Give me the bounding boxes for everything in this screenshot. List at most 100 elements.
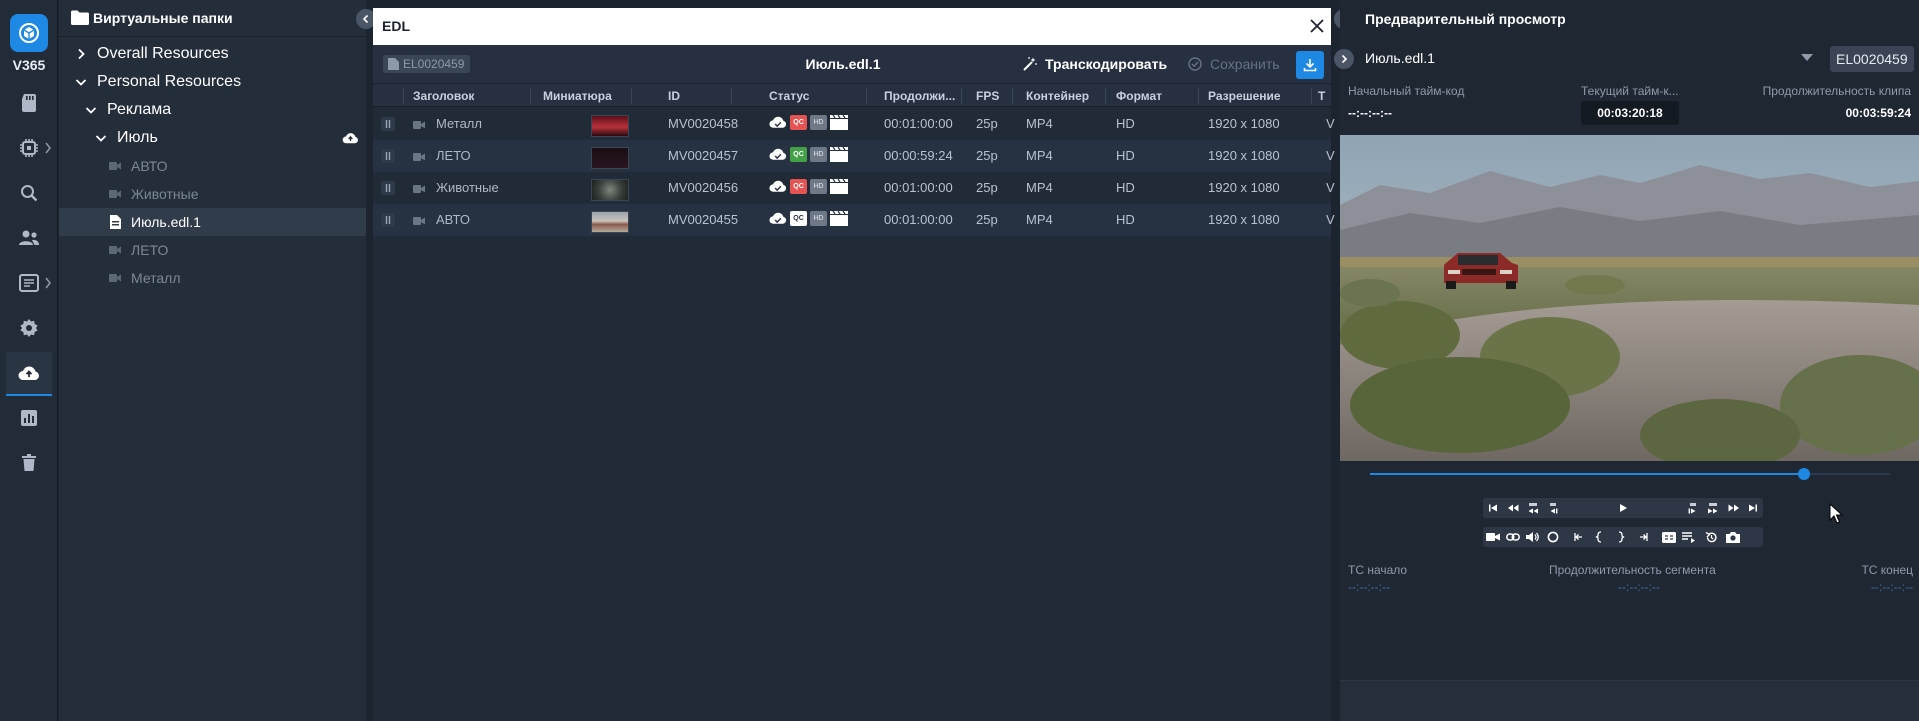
row-format: HD	[1116, 212, 1135, 227]
video-camera-icon	[413, 185, 425, 193]
table-row[interactable]: Металл MV0020458 QC HD 00:01:00:00 25p M…	[373, 108, 1335, 140]
preview-back-button[interactable]	[1334, 49, 1354, 69]
sd-card-icon[interactable]	[17, 91, 41, 115]
table-header: Заголовок Миниатюра ID Статус Продолжи..…	[373, 83, 1331, 107]
trash-icon[interactable]	[17, 451, 41, 475]
row-status: QC HD	[769, 210, 848, 226]
column-header-format[interactable]: Формат	[1116, 84, 1176, 108]
column-header-id[interactable]: ID	[668, 84, 728, 108]
tool-controls	[1483, 527, 1763, 547]
column-header-container[interactable]: Контейнер	[1026, 84, 1096, 108]
row-id: MV0020458	[668, 116, 739, 131]
skip-to-start-icon[interactable]	[1485, 500, 1501, 516]
cloud-upload-icon[interactable]	[17, 361, 41, 385]
row-fps: 25p	[976, 212, 998, 227]
table-row[interactable]: АВТО MV0020455 QC HD 00:01:00:00 25p MP4…	[373, 204, 1335, 236]
skip-to-end-icon[interactable]	[1745, 500, 1761, 516]
row-container: MP4	[1026, 212, 1053, 227]
column-header-resolution[interactable]: Разрешение	[1208, 84, 1293, 108]
preview-title: Предварительный просмотр	[1365, 11, 1566, 27]
tree-item-edl-selected[interactable]: Июль.edl.1	[59, 208, 366, 236]
link-icon[interactable]	[1505, 529, 1521, 545]
row-title: Металл	[436, 116, 482, 131]
seek-bar-handle[interactable]	[1798, 468, 1811, 480]
column-separator	[530, 88, 531, 104]
mouse-cursor-icon	[1829, 503, 1843, 524]
mark-in-icon[interactable]	[1591, 529, 1607, 545]
search-icon[interactable]	[17, 181, 41, 205]
step-forward-frame-icon[interactable]	[1685, 500, 1701, 516]
drag-handle[interactable]	[381, 181, 395, 195]
tree-item-leto[interactable]: ЛЕТО	[59, 236, 366, 264]
close-icon[interactable]	[1308, 17, 1326, 35]
document-list-icon[interactable]	[17, 271, 41, 295]
column-header-title[interactable]: Заголовок	[413, 84, 523, 108]
mark-icon[interactable]	[1545, 529, 1561, 545]
step-back-frame-icon[interactable]	[1545, 500, 1561, 516]
column-separator	[961, 88, 962, 104]
settings-icon[interactable]	[17, 316, 41, 340]
snapshot-icon[interactable]	[1725, 529, 1741, 545]
history-icon[interactable]	[1703, 529, 1719, 545]
chip-icon[interactable]	[17, 136, 41, 160]
row-thumbnail	[591, 211, 629, 233]
tree-item-iyul[interactable]: Июль	[59, 124, 366, 152]
download-button[interactable]	[1296, 51, 1324, 79]
dropdown-arrow-icon[interactable]	[1801, 54, 1813, 62]
chevron-down-icon	[95, 135, 107, 142]
preview-file-name: Июль.edl.1	[1365, 50, 1435, 66]
edl-titlebar: EDL	[373, 8, 1331, 45]
rewind-icon[interactable]	[1505, 500, 1521, 516]
row-title: Животные	[436, 180, 499, 195]
edl-document-icon	[388, 58, 399, 70]
hd-badge-icon: HD	[810, 210, 827, 226]
seek-bar[interactable]	[1370, 468, 1890, 480]
cloud-upload-icon[interactable]	[342, 132, 359, 144]
save-button[interactable]: Сохранить	[1188, 53, 1280, 75]
chart-icon[interactable]	[17, 406, 41, 430]
edl-id-badge: EL0020459	[383, 55, 471, 73]
drag-handle[interactable]	[381, 149, 395, 163]
row-thumbnail	[591, 115, 629, 137]
jump-forward-10s-icon[interactable]	[1705, 500, 1721, 516]
tree-item-metall[interactable]: Металл	[59, 264, 366, 292]
tree-item-overall-resources[interactable]: Overall Resources	[59, 40, 366, 68]
jump-back-10s-icon[interactable]	[1525, 500, 1541, 516]
transcode-label: Транскодировать	[1045, 56, 1168, 72]
go-to-out-icon[interactable]	[1637, 529, 1653, 545]
column-header-truncated[interactable]: Т	[1318, 84, 1330, 108]
tree-item-label: Personal Resources	[97, 73, 242, 90]
table-row[interactable]: ЛЕТО MV0020457 QC HD 00:00:59:24 25p MP4…	[373, 140, 1335, 172]
edl-id-text: EL0020459	[403, 57, 465, 71]
app-logo[interactable]	[10, 14, 48, 52]
video-camera-icon	[413, 217, 425, 225]
preview-id-badge: EL0020459	[1830, 46, 1914, 72]
virtual-folders-panel: Виртуальные папки Overall Resources Pers…	[59, 0, 366, 721]
drag-handle[interactable]	[381, 213, 395, 227]
tree-item-label: Июль.edl.1	[131, 214, 201, 230]
column-header-thumbnail[interactable]: Миниатюра	[543, 84, 628, 108]
drag-handle[interactable]	[381, 117, 395, 131]
tree-item-zhivotnye[interactable]: Животные	[59, 180, 366, 208]
go-to-in-icon[interactable]	[1569, 529, 1585, 545]
subtitles-icon[interactable]	[1661, 529, 1677, 545]
column-header-status[interactable]: Статус	[769, 84, 829, 108]
column-separator	[866, 88, 867, 104]
tree-item-personal-resources[interactable]: Personal Resources	[59, 68, 366, 96]
tree-item-avto[interactable]: АВТО	[59, 152, 366, 180]
video-player[interactable]	[1340, 135, 1919, 461]
transcode-button[interactable]: Транскодировать	[1023, 53, 1167, 75]
column-separator	[1105, 88, 1106, 104]
column-header-fps[interactable]: FPS	[976, 84, 1006, 108]
users-icon[interactable]	[17, 226, 41, 250]
play-icon[interactable]	[1615, 500, 1631, 516]
tree-item-reklama[interactable]: Реклама	[59, 96, 366, 124]
column-header-duration[interactable]: Продолжи...	[884, 84, 959, 108]
fast-forward-icon[interactable]	[1725, 500, 1741, 516]
chevron-left-icon	[362, 14, 369, 24]
mark-out-icon[interactable]	[1613, 529, 1629, 545]
playlist-icon[interactable]	[1681, 529, 1697, 545]
camera-icon[interactable]	[1485, 529, 1501, 545]
table-row[interactable]: Животные MV0020456 QC HD 00:01:00:00 25p…	[373, 172, 1335, 204]
volume-icon[interactable]	[1525, 529, 1541, 545]
